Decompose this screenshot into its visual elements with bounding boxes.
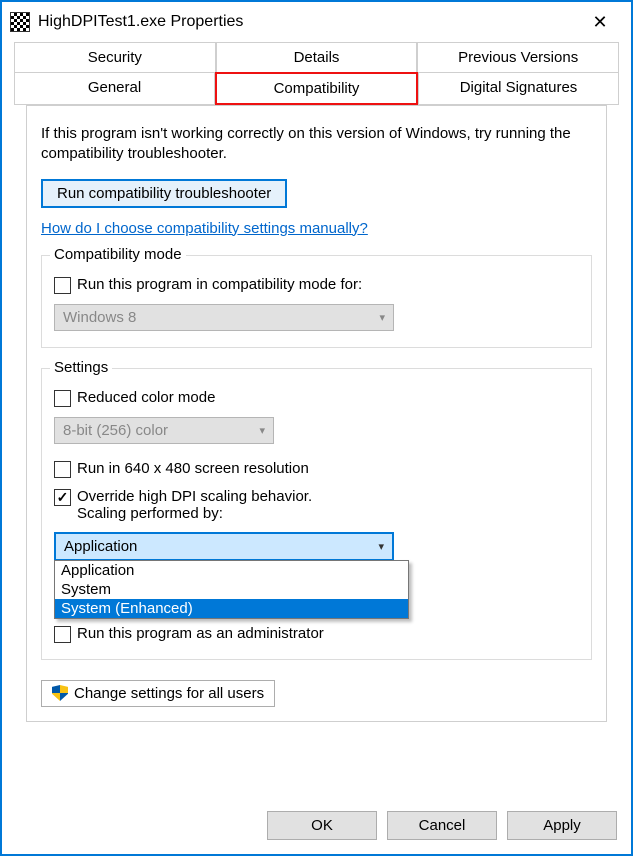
cancel-button[interactable]: Cancel	[387, 811, 497, 840]
compat-mode-dropdown: Windows 8 ▾	[54, 304, 394, 331]
intro-text: If this program isn't working correctly …	[41, 124, 592, 165]
run-as-admin-row: Run this program as an administrator	[54, 625, 579, 643]
dpi-scaling-list: Application System System (Enhanced)	[54, 560, 409, 619]
tab-row-1: Security Details Previous Versions	[14, 42, 619, 72]
tab-compatibility[interactable]: Compatibility	[215, 72, 418, 105]
close-icon: ✕	[592, 13, 607, 31]
tab-row-2: General Compatibility Digital Signatures	[14, 72, 619, 105]
help-link[interactable]: How do I choose compatibility settings m…	[41, 220, 368, 237]
apply-button[interactable]: Apply	[507, 811, 617, 840]
chevron-down-icon: ▾	[259, 424, 265, 437]
close-button[interactable]: ✕	[577, 6, 623, 38]
compatibility-panel: If this program isn't working correctly …	[26, 105, 607, 722]
color-depth-selected: 8-bit (256) color	[63, 422, 168, 439]
tab-general[interactable]: General	[14, 72, 215, 105]
override-dpi-label: Override high DPI scaling behavior. Scal…	[77, 488, 312, 522]
compatibility-mode-legend: Compatibility mode	[50, 246, 186, 263]
dpi-scaling-dropdown[interactable]: Application ▾ Application System System …	[54, 532, 394, 561]
compatibility-mode-group: Compatibility mode Run this program in c…	[41, 255, 592, 348]
window-title: HighDPITest1.exe Properties	[38, 13, 577, 31]
settings-group: Settings Reduced color mode 8-bit (256) …	[41, 368, 592, 660]
tab-details[interactable]: Details	[216, 42, 418, 72]
run-as-admin-label: Run this program as an administrator	[77, 625, 324, 642]
reduced-color-checkbox[interactable]	[54, 390, 71, 407]
tab-security[interactable]: Security	[14, 42, 216, 72]
compat-mode-selected: Windows 8	[63, 309, 136, 326]
dpi-scaling-selected: Application	[64, 538, 137, 555]
override-dpi-checkbox[interactable]	[54, 489, 71, 506]
tab-digital-signatures[interactable]: Digital Signatures	[418, 72, 619, 105]
settings-legend: Settings	[50, 359, 112, 376]
dpi-option-system-enhanced[interactable]: System (Enhanced)	[55, 599, 408, 618]
tab-area: Security Details Previous Versions Gener…	[2, 42, 631, 722]
dialog-button-bar: OK Cancel Apply	[267, 811, 617, 840]
app-icon	[10, 12, 30, 32]
run-640x480-checkbox[interactable]	[54, 461, 71, 478]
change-settings-all-users-label: Change settings for all users	[74, 685, 264, 702]
compat-mode-checkbox[interactable]	[54, 277, 71, 294]
color-depth-dropdown: 8-bit (256) color ▾	[54, 417, 274, 444]
reduced-color-label: Reduced color mode	[77, 389, 215, 406]
chevron-down-icon: ▾	[378, 540, 384, 553]
run-640x480-label: Run in 640 x 480 screen resolution	[77, 460, 309, 477]
dpi-option-system[interactable]: System	[55, 580, 408, 599]
run-troubleshooter-button[interactable]: Run compatibility troubleshooter	[41, 179, 287, 208]
tab-previous-versions[interactable]: Previous Versions	[417, 42, 619, 72]
dpi-option-application[interactable]: Application	[55, 561, 408, 580]
run-as-admin-checkbox[interactable]	[54, 626, 71, 643]
compat-mode-label: Run this program in compatibility mode f…	[77, 276, 362, 293]
change-settings-all-users-button[interactable]: Change settings for all users	[41, 680, 275, 707]
titlebar: HighDPITest1.exe Properties ✕	[2, 2, 631, 42]
chevron-down-icon: ▾	[379, 311, 385, 324]
ok-button[interactable]: OK	[267, 811, 377, 840]
shield-icon	[52, 685, 68, 701]
